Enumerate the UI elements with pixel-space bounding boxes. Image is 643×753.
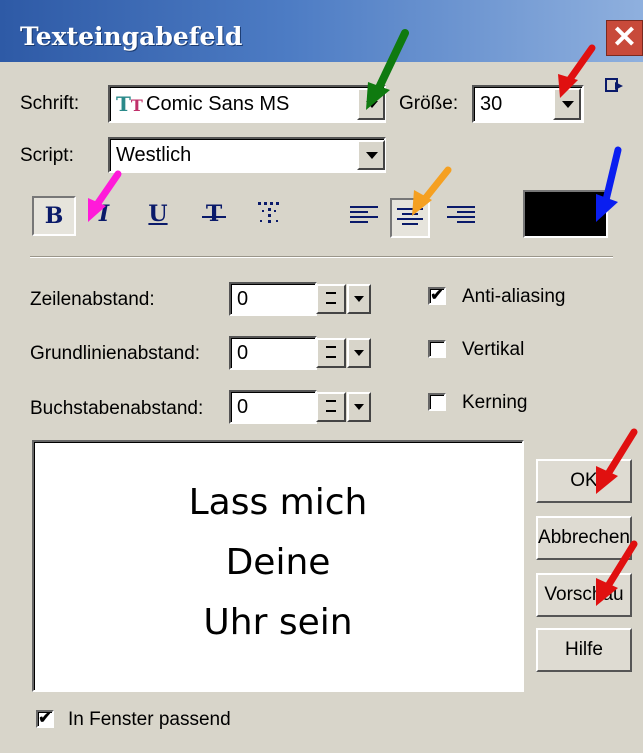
red-arrow-ok-icon xyxy=(596,428,638,494)
baseline-spacing-label: Grundlinienabstand: xyxy=(30,343,201,364)
red-arrow-preview-icon xyxy=(596,540,638,606)
baseline-spacing-value: 0 xyxy=(237,342,249,364)
vertical-checkbox[interactable] xyxy=(428,340,446,358)
letter-spacing-input[interactable]: 0 xyxy=(229,390,317,424)
window-title: Texteingabefeld xyxy=(20,22,243,51)
script-dropdown-button[interactable] xyxy=(357,140,385,170)
blue-arrow-icon xyxy=(596,146,622,222)
preview-line: Uhr sein xyxy=(203,602,353,643)
underline-label: U xyxy=(148,201,168,227)
close-button[interactable]: ✕ xyxy=(606,20,643,56)
help-button[interactable]: Hilfe xyxy=(536,628,632,672)
antialias-checkbox[interactable]: ✔ xyxy=(428,287,446,305)
font-value: Comic Sans MS xyxy=(146,93,290,115)
green-arrow-icon xyxy=(366,29,409,110)
baseline-spacing-input[interactable]: 0 xyxy=(229,336,317,370)
orange-arrow-icon xyxy=(412,166,452,216)
preview-line: Deine xyxy=(225,542,331,583)
strikethrough-button[interactable]: T xyxy=(196,196,232,236)
baseline-spacing-spinner[interactable] xyxy=(316,338,346,368)
underline-button[interactable]: U xyxy=(140,196,176,236)
preview-line: Lass mich xyxy=(188,482,368,523)
line-spacing-label: Zeilenabstand: xyxy=(30,289,155,310)
antialias-label: Anti-aliasing xyxy=(462,286,566,307)
fit-window-checkbox[interactable]: ✔ xyxy=(36,710,54,728)
truetype-icon: TT xyxy=(116,92,143,116)
text-input-dialog: Texteingabefeld ✕ Schrift: TT Comic Sans… xyxy=(0,0,643,753)
letter-spacing-label: Buchstabenabstand: xyxy=(30,398,204,419)
letter-spacing-value: 0 xyxy=(237,396,249,418)
script-select[interactable]: Westlich xyxy=(108,137,386,173)
script-value: Westlich xyxy=(116,144,192,166)
fit-window-label: In Fenster passend xyxy=(68,709,231,730)
baseline-spacing-dropdown[interactable] xyxy=(347,338,371,368)
size-value: 30 xyxy=(480,93,503,115)
bold-button[interactable]: B xyxy=(32,196,76,236)
outline-text-button[interactable] xyxy=(254,198,286,230)
text-preview[interactable]: Lass mich Deine Uhr sein xyxy=(32,440,524,692)
font-label: Schrift: xyxy=(20,93,80,114)
script-label: Script: xyxy=(20,145,74,166)
magenta-arrow-icon xyxy=(88,170,122,222)
line-spacing-dropdown[interactable] xyxy=(347,284,371,314)
export-icon[interactable] xyxy=(605,77,625,95)
close-icon: ✕ xyxy=(611,21,638,54)
line-spacing-value: 0 xyxy=(237,288,249,310)
separator xyxy=(30,256,613,258)
red-arrow-icon xyxy=(558,44,596,98)
letter-spacing-spinner[interactable] xyxy=(316,392,346,422)
letter-spacing-dropdown[interactable] xyxy=(347,392,371,422)
line-spacing-input[interactable]: 0 xyxy=(229,282,317,316)
line-spacing-spinner[interactable] xyxy=(316,284,346,314)
font-select[interactable]: TT Comic Sans MS xyxy=(108,85,386,123)
kerning-checkbox[interactable] xyxy=(428,393,446,411)
strikethrough-label: T xyxy=(205,201,223,227)
vertical-label: Vertikal xyxy=(462,339,525,360)
kerning-label: Kerning xyxy=(462,392,528,413)
align-left-button[interactable] xyxy=(350,203,378,231)
bold-label: B xyxy=(44,203,64,229)
